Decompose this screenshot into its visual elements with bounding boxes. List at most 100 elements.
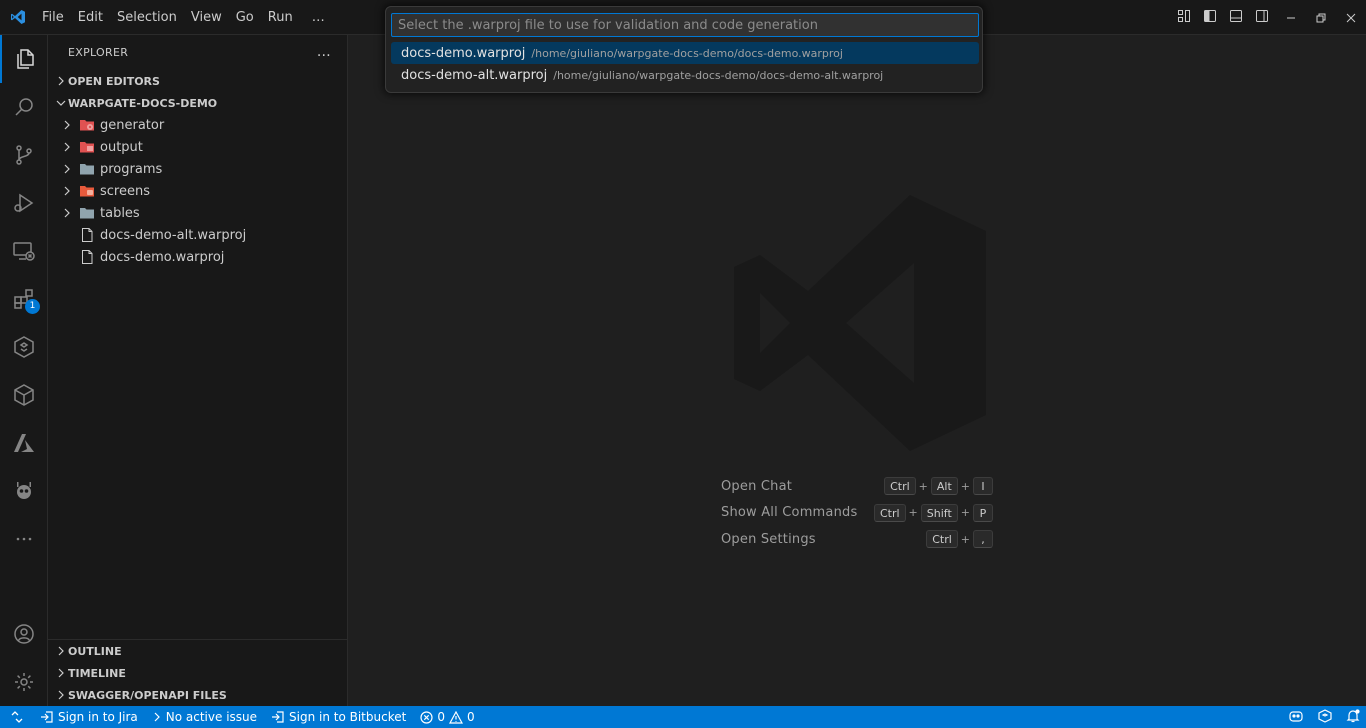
warning-icon (448, 710, 463, 724)
toggle-panel-icon[interactable] (1228, 8, 1244, 28)
shortcut-label: Open Chat (721, 478, 793, 494)
swagger-section[interactable]: SWAGGER/OPENAPI FILES (48, 684, 348, 706)
keybinding: Ctrl + Alt + I (884, 477, 993, 495)
quick-pick-item[interactable]: docs-demo.warproj /home/giuliano/warpgat… (391, 42, 979, 64)
workspace-label: WARPGATE-DOCS-DEMO (68, 96, 218, 110)
folder-label: output (100, 139, 143, 155)
copilot-icon[interactable] (1288, 709, 1304, 726)
settings-gear-icon[interactable] (0, 658, 48, 706)
workspace-section[interactable]: WARPGATE-DOCS-DEMO (48, 92, 347, 114)
keybinding: Ctrl + , (926, 530, 993, 548)
quick-pick-list: docs-demo.warproj /home/giuliano/warpgat… (391, 42, 979, 86)
folder-icon (79, 205, 95, 221)
toggle-secondary-sidebar-icon[interactable] (1254, 8, 1270, 28)
outline-label: OUTLINE (68, 644, 122, 658)
outline-section[interactable]: OUTLINE (48, 640, 348, 662)
folder-label: tables (100, 205, 140, 221)
folder-output[interactable]: output (48, 136, 347, 158)
toggle-primary-sidebar-icon[interactable] (1202, 8, 1218, 28)
jira-signin[interactable]: Sign in to Jira (33, 706, 145, 728)
timeline-section[interactable]: TIMELINE (48, 662, 348, 684)
menu-run[interactable]: Run (261, 0, 300, 35)
quick-pick-item[interactable]: docs-demo-alt.warproj /home/giuliano/war… (391, 64, 979, 86)
minimize-icon[interactable] (1276, 0, 1306, 35)
menu-edit[interactable]: Edit (71, 0, 110, 35)
customize-layout-icon[interactable] (1176, 8, 1192, 28)
menu-file[interactable]: File (35, 0, 71, 35)
file-icon (79, 249, 95, 265)
explorer-more-actions-icon[interactable]: … (317, 44, 331, 60)
key: I (973, 477, 993, 495)
key: P (973, 503, 993, 522)
search-icon[interactable] (0, 83, 48, 131)
chevron-right-icon (54, 690, 68, 700)
chevron-right-icon (54, 76, 68, 86)
chevron-down-icon (54, 98, 68, 108)
jira-issue[interactable]: No active issue (145, 706, 264, 728)
chevron-right-icon (59, 164, 75, 174)
folder-generator[interactable]: generator (48, 114, 347, 136)
quick-pick-item-name: docs-demo-alt.warproj (401, 67, 548, 83)
open-editors-section[interactable]: OPEN EDITORS (48, 70, 347, 92)
quick-pick-item-name: docs-demo.warproj (401, 45, 526, 61)
folder-screens[interactable]: screens (48, 180, 347, 202)
run-debug-icon[interactable] (0, 179, 48, 227)
key: Alt (930, 477, 958, 495)
explorer-sidebar: EXPLORER … OPEN EDITORS WARPGATE-DOCS-DE… (48, 35, 348, 706)
key: Ctrl (926, 530, 958, 548)
quick-pick-item-path: /home/giuliano/warpgate-docs-demo/docs-d… (553, 68, 884, 82)
quick-pick-input[interactable] (391, 13, 979, 37)
shortcut-show-all-commands[interactable]: Show All Commands Ctrl + Shift + P (721, 500, 993, 526)
error-count: 0 (437, 710, 445, 724)
notifications-bell-icon[interactable] (1346, 708, 1360, 726)
account-icon[interactable] (0, 610, 48, 658)
shortcuts-list: Open Chat Ctrl + Alt + I Show All Commands… (721, 473, 993, 553)
explorer-header: EXPLORER … (48, 35, 347, 70)
menu-view[interactable]: View (184, 0, 229, 35)
sign-in-icon (272, 711, 284, 723)
quick-pick: docs-demo.warproj /home/giuliano/warpgat… (385, 6, 983, 93)
file-docs-demo[interactable]: docs-demo.warproj (48, 246, 347, 268)
menu-bar: File Edit Selection View Go Run … (35, 0, 332, 35)
sign-in-icon (41, 711, 53, 723)
bottom-sections: OUTLINE TIMELINE SWAGGER/OPENAPI FILES (48, 639, 348, 706)
problems-indicator[interactable]: 0 0 (413, 706, 481, 728)
shortcut-open-chat[interactable]: Open Chat Ctrl + Alt + I (721, 473, 993, 499)
folder-label: generator (100, 117, 165, 133)
keybinding: Ctrl + Shift + P (873, 503, 993, 522)
key: , (973, 530, 993, 548)
menu-go[interactable]: Go (229, 0, 261, 35)
bitbucket-signin[interactable]: Sign in to Bitbucket (264, 706, 413, 728)
menu-selection[interactable]: Selection (110, 0, 184, 35)
remote-explorer-icon[interactable] (0, 227, 48, 275)
explorer-icon[interactable] (0, 35, 48, 83)
menu-more[interactable]: … (300, 0, 332, 35)
extensions-badge: 1 (25, 299, 40, 314)
key: Ctrl (884, 477, 916, 495)
folder-tables[interactable]: tables (48, 202, 347, 224)
hexagon-extension-icon[interactable] (0, 323, 48, 371)
azure-icon[interactable] (0, 419, 48, 467)
chevron-right-icon (59, 208, 75, 218)
shortcut-open-settings[interactable]: Open Settings Ctrl + , (721, 526, 993, 552)
folder-label: screens (100, 183, 150, 199)
key: Shift (920, 503, 958, 522)
jira-label: Sign in to Jira (58, 710, 138, 724)
file-label: docs-demo.warproj (100, 249, 225, 265)
activity-bar: 1 (0, 35, 48, 706)
more-views-icon[interactable] (0, 515, 48, 563)
extension-status-icon[interactable] (1318, 708, 1332, 726)
source-control-icon[interactable] (0, 131, 48, 179)
folder-programs[interactable]: programs (48, 158, 347, 180)
shortcut-label: Open Settings (721, 531, 816, 547)
warning-count: 0 (466, 710, 475, 724)
cube-extension-icon[interactable] (0, 371, 48, 419)
extensions-icon[interactable] (0, 275, 48, 323)
robot-extension-icon[interactable] (0, 467, 48, 515)
remote-indicator-icon[interactable] (0, 706, 33, 728)
bitbucket-label: Sign in to Bitbucket (289, 710, 407, 724)
close-window-icon[interactable] (1336, 0, 1366, 35)
file-docs-demo-alt[interactable]: docs-demo-alt.warproj (48, 224, 347, 246)
restore-icon[interactable] (1306, 0, 1336, 35)
timeline-label: TIMELINE (68, 666, 126, 680)
